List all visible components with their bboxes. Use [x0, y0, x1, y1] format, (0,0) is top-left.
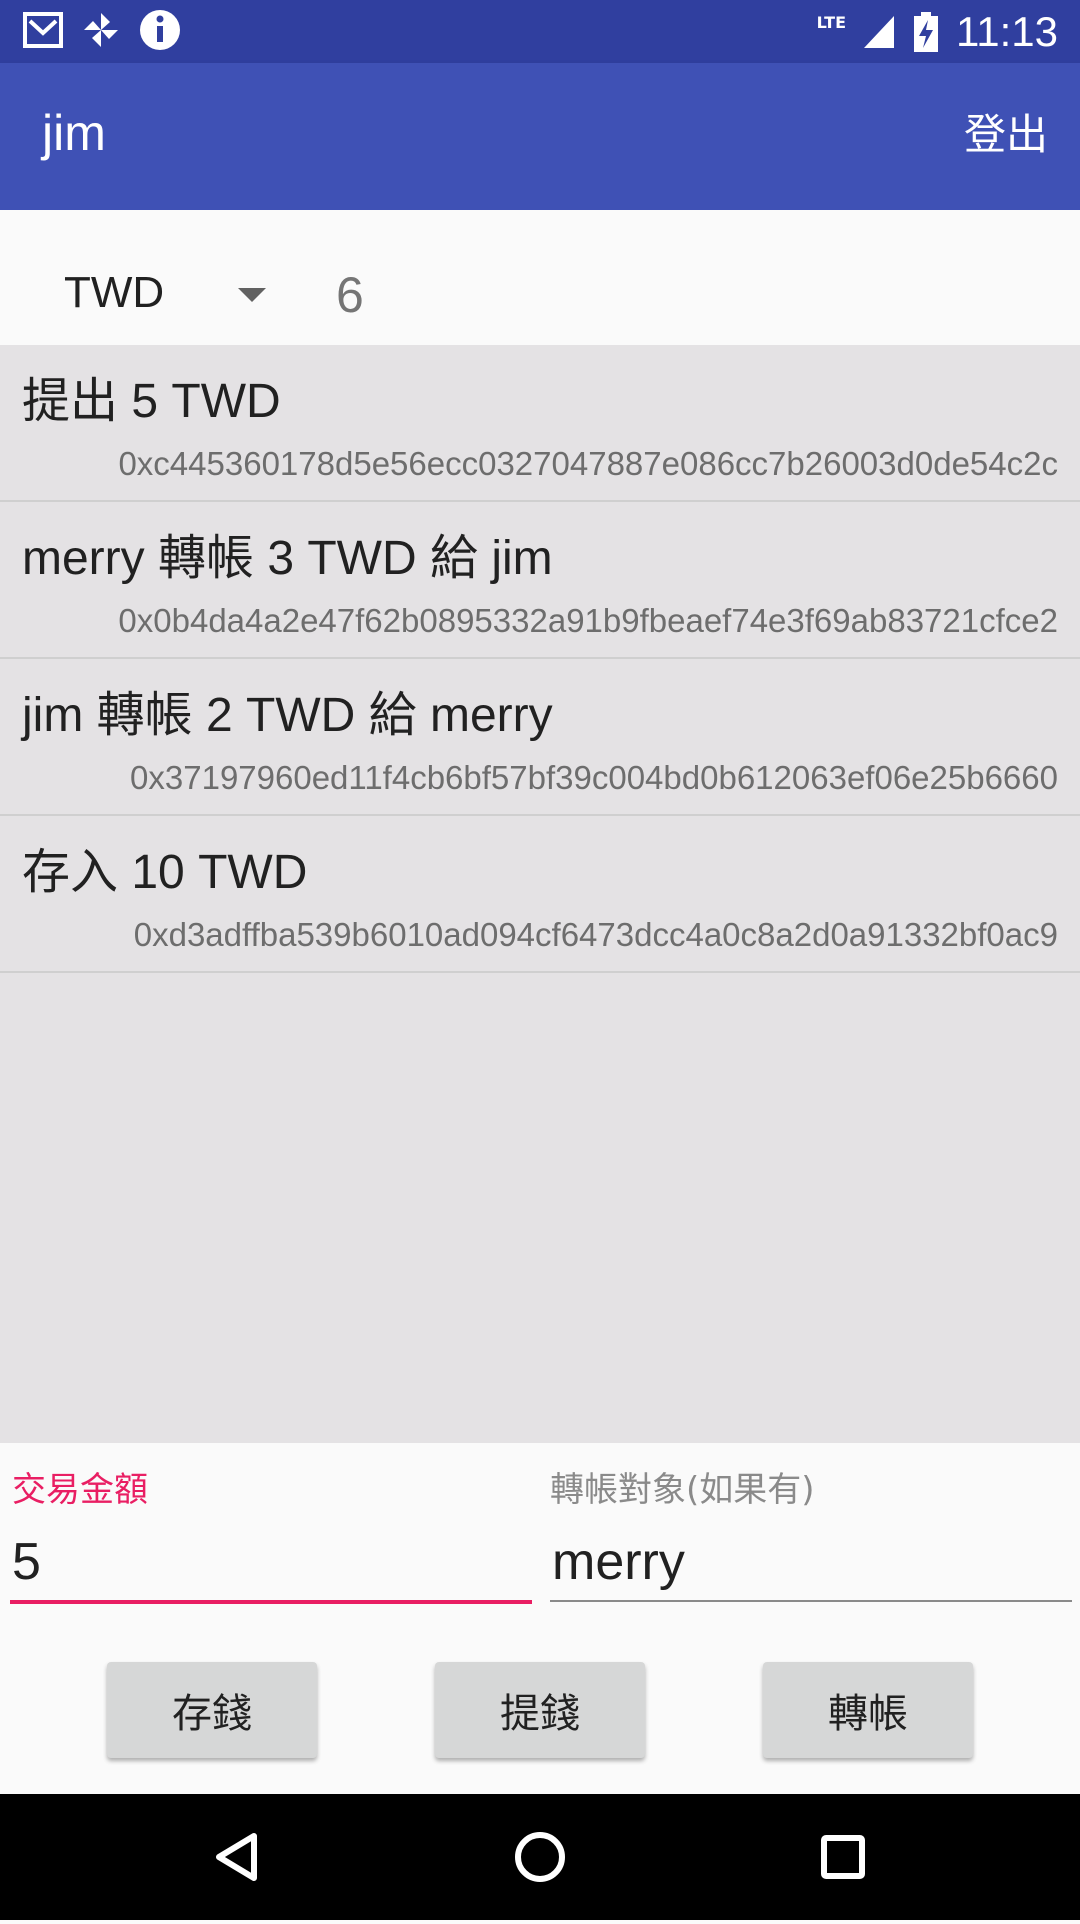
navigation-bar — [0, 1794, 1080, 1920]
list-item[interactable]: 存入 10 TWD 0xd3adffba539b6010ad094cf6473d… — [0, 816, 1080, 973]
app-bar: jim 登出 — [0, 63, 1080, 210]
pinwheel-icon — [84, 13, 118, 47]
clock: 11:13 — [956, 8, 1058, 55]
back-icon — [216, 1833, 257, 1881]
home-button[interactable] — [465, 1794, 615, 1920]
currency-value: TWD — [64, 268, 165, 317]
withdraw-button[interactable]: 提錢 — [435, 1662, 645, 1758]
lte-label: LTE — [816, 12, 846, 32]
system-icons: LTE 11:13 — [817, 4, 1058, 60]
transaction-hash: 0xc445360178d5e56ecc0327047887e086cc7b26… — [118, 445, 1058, 482]
deposit-button[interactable]: 存錢 — [107, 1662, 317, 1758]
amount-label: 交易金額 — [12, 1470, 148, 1510]
amount-field[interactable] — [10, 1524, 532, 1604]
status-bar: LTE 11:13 — [0, 0, 1080, 63]
logout-button[interactable]: 登出 — [964, 107, 1048, 163]
filter-row: TWD 6 — [0, 210, 1080, 345]
transaction-list[interactable]: 提出 5 TWD 0xc445360178d5e56ecc0327047887e… — [0, 345, 1080, 1443]
transaction-title: jim 轉帳 2 TWD 給 merry — [22, 689, 553, 742]
dropdown-arrow-icon — [238, 288, 266, 302]
transaction-hash: 0x37197960ed11f4cb6bf57bf39c004bd0b61206… — [130, 759, 1058, 796]
back-button[interactable] — [162, 1794, 312, 1920]
notification-icons — [22, 8, 182, 52]
transfer-target-field[interactable] — [550, 1524, 1072, 1602]
recents-icon — [821, 1835, 865, 1879]
signal-icon — [864, 16, 894, 48]
transfer-target-label: 轉帳對象(如果有) — [550, 1470, 815, 1510]
transaction-hash: 0xd3adffba539b6010ad094cf6473dcc4a0c8a2d… — [133, 916, 1058, 953]
transaction-count: 6 — [336, 267, 364, 323]
transaction-title: 存入 10 TWD — [22, 846, 308, 899]
list-item[interactable]: 提出 5 TWD 0xc445360178d5e56ecc0327047887e… — [0, 345, 1080, 502]
transfer-button[interactable]: 轉帳 — [763, 1662, 973, 1758]
list-item[interactable]: merry 轉帳 3 TWD 給 jim 0x0b4da4a2e47f62b08… — [0, 502, 1080, 659]
battery-charging-icon — [914, 12, 938, 52]
transaction-hash: 0x0b4da4a2e47f62b0895332a91b9fbeaef74e3f… — [118, 602, 1058, 639]
recents-button[interactable] — [768, 1794, 918, 1920]
transaction-title: 提出 5 TWD — [22, 375, 281, 428]
transaction-title: merry 轉帳 3 TWD 給 jim — [22, 532, 553, 585]
gmail-icon — [23, 12, 63, 48]
home-icon — [515, 1832, 565, 1882]
info-icon — [140, 10, 180, 50]
list-item[interactable]: jim 轉帳 2 TWD 給 merry 0x37197960ed11f4cb6… — [0, 659, 1080, 816]
page-title: jim — [42, 105, 106, 161]
currency-spinner[interactable]: TWD — [60, 260, 270, 330]
